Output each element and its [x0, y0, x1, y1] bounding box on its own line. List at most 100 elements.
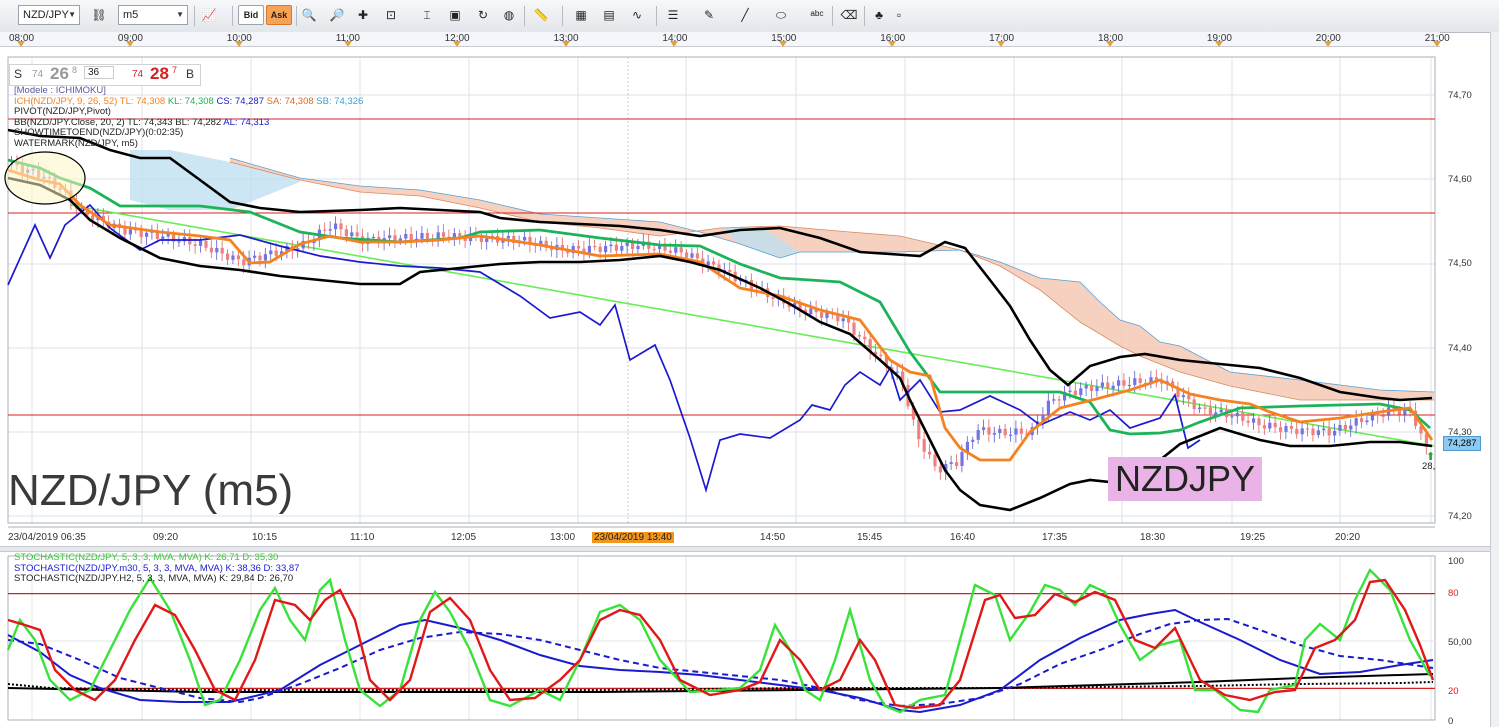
candle-body	[598, 246, 602, 253]
spread-field[interactable]: 36	[84, 66, 115, 79]
candle-body	[274, 250, 278, 256]
globe-icon[interactable]: ◍	[498, 5, 520, 25]
candle-body	[1068, 390, 1072, 392]
candle-body	[1284, 426, 1288, 432]
studies-icon[interactable]: ∿	[626, 5, 648, 25]
candle-body	[1052, 399, 1056, 401]
candle-body	[145, 232, 149, 237]
compare-icon[interactable]: ▤	[598, 5, 620, 25]
candle-body	[809, 308, 813, 315]
toolbar: NZD/JPY ▼ ⛓ m5 ▼ 📈 Bid Ask 🔍 🔎 ✚ ⊡ ⌶ ▣ ↻ ◍…	[0, 0, 1499, 33]
candle-body	[982, 427, 986, 430]
trendline-icon[interactable]: ╱	[734, 5, 756, 25]
candle-body	[1289, 426, 1293, 429]
candle-body	[1257, 418, 1261, 426]
candle-body	[695, 253, 699, 259]
candle-body	[976, 429, 980, 440]
candle-body	[631, 242, 635, 250]
price-axis-label: 74,70	[1448, 90, 1472, 101]
collapse-icon[interactable]: ▫	[892, 5, 906, 25]
buy-label: B	[186, 67, 195, 81]
candle-body	[1095, 386, 1099, 392]
bid-ask-panel[interactable]: S 74 26 8 36 74 28 7 B	[9, 64, 201, 86]
candle-body	[436, 232, 440, 239]
candle-body	[625, 242, 629, 246]
candle-body	[577, 246, 581, 249]
symbol-value: NZD/JPY	[23, 9, 69, 21]
candle-body	[269, 250, 273, 255]
zoom-in-icon[interactable]: 🔍	[298, 5, 320, 25]
candle-body	[1084, 385, 1088, 389]
candle-body	[593, 245, 597, 248]
candle-body	[215, 247, 219, 253]
candle-body	[841, 318, 845, 322]
time-axis-label: 13:00	[550, 532, 576, 543]
candle-body	[998, 428, 1002, 434]
zoom-area-icon[interactable]: ⊡	[380, 5, 402, 25]
bid-sup: 8	[72, 65, 78, 75]
stoch-h2-legend: STOCHASTIC(NZD/JPY.H2, 5, 3, 3, MVA, MVA…	[14, 573, 294, 584]
candle-body	[1073, 390, 1077, 396]
chart-type-icon[interactable]: 📈	[198, 5, 220, 25]
template-icon[interactable]: ▦	[570, 5, 592, 25]
symbol-select[interactable]: NZD/JPY ▼	[18, 5, 80, 25]
candle-body	[506, 236, 510, 239]
candle-body	[971, 439, 975, 442]
candle-body	[1327, 428, 1331, 436]
tree-icon[interactable]: ♣	[868, 5, 890, 25]
lines-icon[interactable]: ☰	[662, 5, 684, 25]
price-axis-label: 74,30	[1448, 426, 1472, 438]
stochastic-axis-label: 0	[1448, 716, 1454, 727]
candle-body	[177, 241, 181, 243]
candle-body	[339, 223, 343, 230]
bid-button[interactable]: Bid	[238, 5, 264, 25]
candle-body	[1354, 418, 1358, 426]
candle-body	[1208, 407, 1212, 416]
screenshot-icon[interactable]: ▣	[444, 5, 466, 25]
candle-body	[922, 439, 926, 452]
refresh-icon[interactable]: ↻	[472, 5, 494, 25]
cursor-icon[interactable]: ⌶	[416, 5, 438, 25]
symbol-text-label[interactable]: NZDJPY	[1108, 457, 1262, 501]
candle-body	[1306, 428, 1310, 430]
link-icon[interactable]: ⛓	[88, 5, 110, 25]
crosshair-icon[interactable]: ✚	[352, 5, 374, 25]
bid-small: 74	[32, 69, 44, 80]
eraser-icon[interactable]: ⌫	[838, 5, 860, 25]
candle-body	[1252, 418, 1256, 423]
candle-body	[128, 229, 132, 235]
candle-body	[220, 247, 224, 254]
candle-body	[161, 236, 165, 239]
candle-body	[636, 245, 640, 250]
candle-body	[328, 229, 332, 231]
candle-body	[1019, 428, 1023, 434]
candle-body	[706, 261, 710, 266]
zoom-out-icon[interactable]: 🔎	[326, 5, 348, 25]
candle-body	[728, 269, 732, 272]
text-icon[interactable]: ᵃᵇᶜ	[806, 5, 828, 25]
candle-body	[1230, 416, 1234, 418]
candle-body	[668, 250, 672, 253]
price-axis-label: 74,50	[1448, 258, 1472, 270]
candle-body	[1295, 428, 1299, 435]
bid-big: 26	[50, 64, 69, 83]
timeframe-select[interactable]: m5 ▼	[118, 5, 188, 25]
candle-body	[857, 334, 861, 337]
candle-body	[992, 433, 996, 435]
candle-body	[620, 245, 624, 251]
candle-body	[1057, 399, 1061, 401]
time-axis-label: 11:10	[350, 532, 375, 543]
ruler-icon[interactable]: 📏	[530, 5, 552, 25]
ask-button[interactable]: Ask	[266, 5, 292, 25]
candle-body	[204, 240, 208, 248]
right-scroll-strip[interactable]	[1490, 32, 1499, 727]
pen-icon[interactable]: ✎	[698, 5, 720, 25]
candle-body	[350, 232, 354, 237]
candle-body	[1014, 428, 1018, 435]
candle-body	[1311, 428, 1315, 436]
candle-body	[1381, 415, 1385, 417]
ellipse-icon[interactable]: ⬭	[770, 5, 792, 25]
candle-body	[1122, 380, 1126, 386]
candle-body	[425, 232, 429, 239]
candle-body	[242, 259, 246, 266]
